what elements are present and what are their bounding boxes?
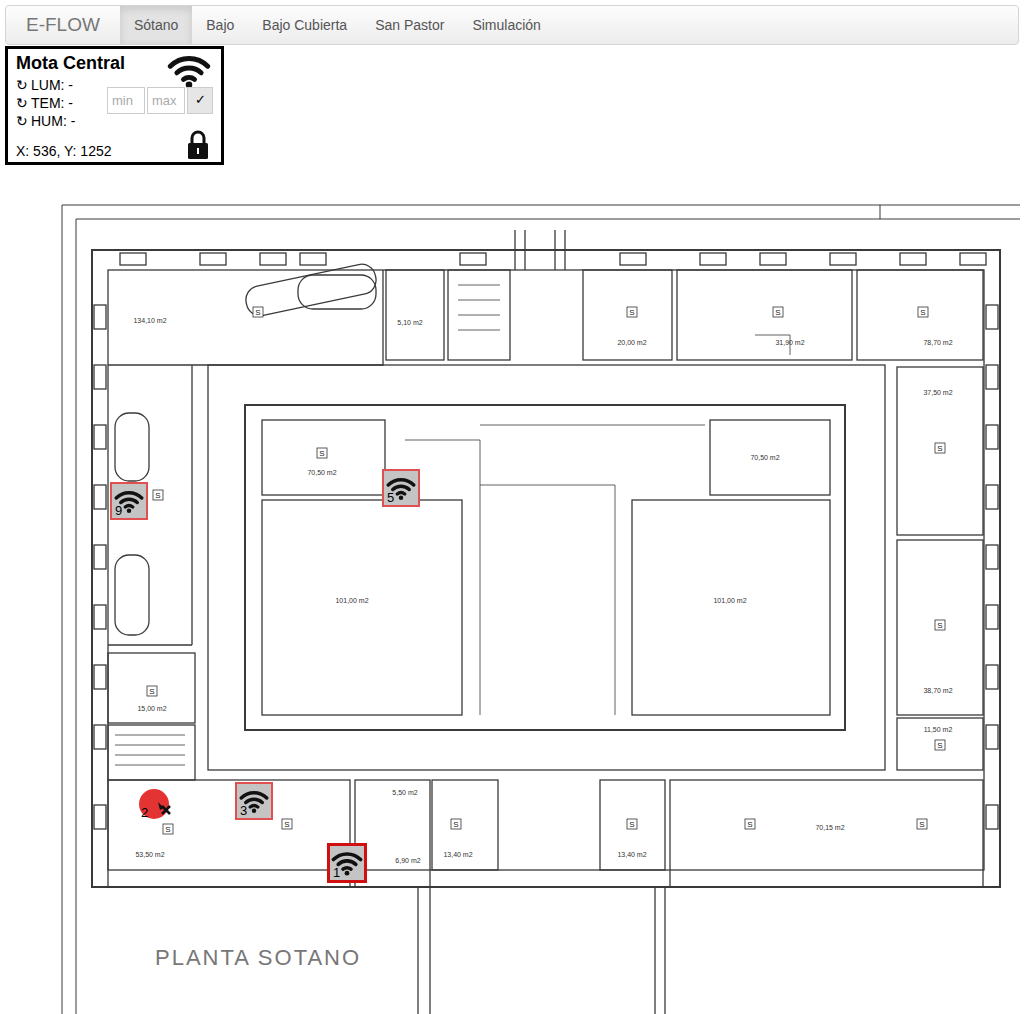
- sensor-pin[interactable]: 3: [235, 782, 273, 820]
- refresh-icon[interactable]: ↻: [16, 76, 28, 94]
- sensor-number: 9: [115, 504, 122, 518]
- reading-row: ↻TEM: -: [16, 94, 75, 112]
- svg-text:S: S: [165, 825, 170, 834]
- plan-title: PLANTA SOTANO: [155, 945, 361, 970]
- room-area-label: 13,40 m2: [443, 851, 472, 858]
- sensor-slot-mark: S: [253, 307, 263, 317]
- mote-panel: Mota Central↻LUM: -↻TEM: -↻HUM: - ✓ X: 536…: [5, 46, 224, 165]
- sensor-pin[interactable]: 5: [382, 469, 420, 507]
- room-area-label: 13,40 m2: [617, 851, 646, 858]
- svg-text:S: S: [629, 820, 634, 829]
- room-area-label: 53,50 m2: [135, 851, 164, 858]
- svg-text:S: S: [155, 491, 160, 500]
- svg-text:S: S: [937, 621, 942, 630]
- reading-row: ↻HUM: -: [16, 112, 75, 130]
- sensor-slot-mark: S: [451, 819, 461, 829]
- refresh-icon[interactable]: ↻: [16, 94, 28, 112]
- sensor-pin[interactable]: 9: [110, 482, 148, 520]
- sensor-slot-mark: S: [317, 448, 327, 458]
- svg-text:S: S: [255, 308, 260, 317]
- mote-title: Mota Central: [16, 51, 125, 75]
- sensor-slot-mark: S: [935, 620, 945, 630]
- svg-text:S: S: [775, 308, 780, 317]
- map-canvas: 134,10 m2 5,10 m2 20,00 m2 31,90 m2 78,70 m2…: [0, 165, 1024, 1014]
- confirm-button[interactable]: ✓: [187, 87, 213, 114]
- room-area-label: 31,90 m2: [775, 339, 804, 346]
- sensor-number: 3: [240, 804, 247, 818]
- sensor-slot-mark: S: [773, 307, 783, 317]
- room-area-label: 38,70 m2: [923, 687, 952, 694]
- nav-tab[interactable]: Sótano: [120, 6, 192, 44]
- coordinates: X: 536, Y: 1252: [16, 142, 112, 160]
- room-area-label: 15,00 m2: [137, 705, 166, 712]
- svg-text:S: S: [284, 820, 289, 829]
- sensor-slot-mark: S: [917, 819, 927, 829]
- sensor-number: 1: [333, 866, 340, 880]
- svg-text:S: S: [919, 820, 924, 829]
- sensor-slot-mark: S: [153, 490, 163, 500]
- sensor-slot-mark: S: [918, 307, 928, 317]
- lock-icon[interactable]: [187, 130, 209, 160]
- sensor-slot-mark: S: [163, 824, 173, 834]
- sensor-slot-mark: S: [935, 443, 945, 453]
- max-input[interactable]: [147, 87, 185, 114]
- sensor-slot-mark: S: [627, 307, 637, 317]
- svg-text:S: S: [747, 820, 752, 829]
- svg-text:S: S: [453, 820, 458, 829]
- room-area-label: 11,50 m2: [924, 726, 953, 733]
- room-area-label: 5,50 m2: [392, 789, 417, 796]
- sensor-pin[interactable]: 1: [327, 843, 367, 883]
- room-area-label: 70,50 m2: [307, 469, 336, 476]
- navbar: E-FLOWSótanoBajoBajo CubiertaSan PastorS…: [5, 5, 1019, 45]
- refresh-icon[interactable]: ↻: [16, 112, 28, 130]
- room-area-label: 6,90 m2: [395, 857, 420, 864]
- svg-text:S: S: [629, 308, 634, 317]
- room-area-label: 70,50 m2: [750, 454, 779, 461]
- nav-tab[interactable]: San Pastor: [361, 6, 458, 44]
- nav-tab[interactable]: Simulación: [458, 6, 554, 44]
- svg-text:S: S: [937, 741, 942, 750]
- room-area-label: 101,00 m2: [713, 597, 746, 604]
- svg-text:S: S: [920, 308, 925, 317]
- svg-text:S: S: [149, 687, 154, 696]
- min-input[interactable]: [107, 87, 145, 114]
- room-area-label: 37,50 m2: [923, 389, 952, 396]
- sensor-slot-mark: S: [282, 819, 292, 829]
- room-area-label: 78,70 m2: [923, 339, 952, 346]
- floor-plan: 134,10 m2 5,10 m2 20,00 m2 31,90 m2 78,70 m2…: [0, 165, 1024, 1014]
- sensor-slot-mark: S: [745, 819, 755, 829]
- room-area-label: 20,00 m2: [617, 339, 646, 346]
- room-area-label: 5,10 m2: [397, 319, 422, 326]
- sensor-number: 2: [141, 806, 148, 820]
- nav-tab[interactable]: Bajo: [192, 6, 248, 44]
- nav-tab[interactable]: Bajo Cubierta: [248, 6, 361, 44]
- svg-text:S: S: [319, 449, 324, 458]
- brand[interactable]: E-FLOW: [6, 6, 120, 44]
- room-area-label: 134,10 m2: [133, 317, 166, 324]
- room-area-label: 70,15 m2: [815, 824, 844, 831]
- room-area-label: 101,00 m2: [335, 597, 368, 604]
- reading-row: ↻LUM: -: [16, 76, 75, 94]
- sensor-number: 5: [387, 491, 394, 505]
- sensor-pin[interactable]: 2: [138, 782, 176, 820]
- sensor-slot-mark: S: [627, 819, 637, 829]
- svg-text:S: S: [937, 444, 942, 453]
- wifi-icon: [167, 53, 211, 88]
- sensor-slot-mark: S: [935, 740, 945, 750]
- app: E-FLOWSótanoBajoBajo CubiertaSan PastorS…: [0, 0, 1024, 1014]
- sensor-slot-mark: S: [147, 686, 157, 696]
